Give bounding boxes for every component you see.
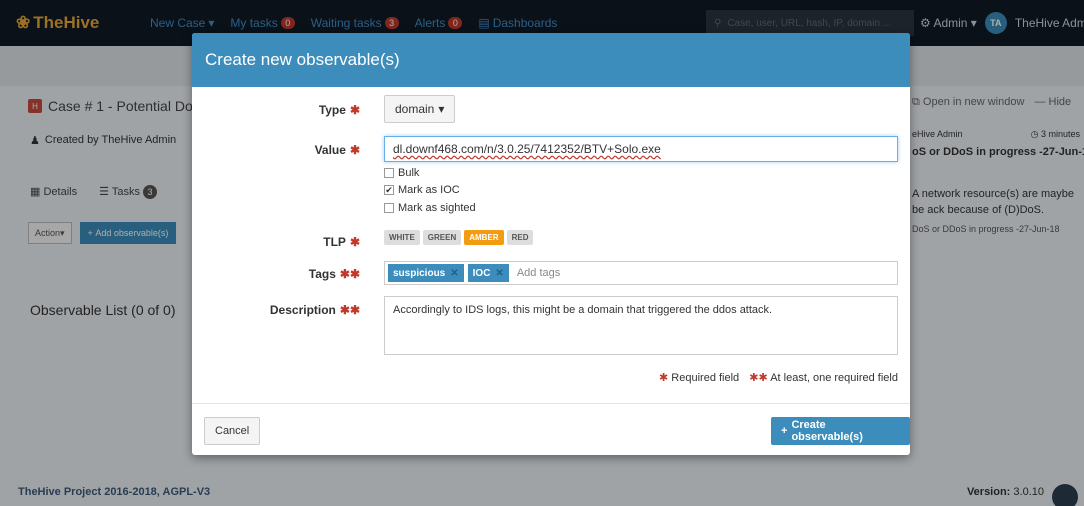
tlp-red-button[interactable]: RED — [506, 230, 534, 245]
remove-tag-icon[interactable]: ✕ — [495, 268, 503, 279]
type-dropdown[interactable]: domain ▾ — [384, 95, 456, 123]
create-observable-modal: Create new observable(s) Type ✱ domain ▾ … — [192, 33, 910, 455]
bulk-checkbox-row[interactable]: Bulk — [384, 167, 419, 179]
ioc-checkbox[interactable]: ✔ — [384, 185, 394, 195]
ioc-checkbox-row[interactable]: ✔ Mark as IOC — [384, 184, 460, 196]
create-observable-button[interactable]: + Create observable(s) — [771, 417, 910, 445]
description-label: Description ✱✱ — [269, 303, 360, 317]
double-star-icon: ✱✱ — [339, 303, 360, 317]
tlp-selector: WHITE GREEN AMBER RED — [384, 230, 534, 245]
modal-title: Create new observable(s) — [205, 50, 400, 69]
sighted-checkbox-row[interactable]: Mark as sighted — [384, 202, 476, 214]
required-star-icon: ✱ — [349, 235, 360, 249]
tlp-amber-button[interactable]: AMBER — [464, 230, 504, 245]
tags-placeholder[interactable]: Add tags — [517, 267, 560, 279]
tags-label: Tags ✱✱ — [308, 267, 360, 281]
double-star-icon: ✱✱ — [749, 372, 768, 384]
tlp-green-button[interactable]: GREEN — [422, 230, 462, 245]
tlp-white-button[interactable]: WHITE — [384, 230, 420, 245]
double-star-icon: ✱✱ — [339, 267, 360, 281]
tags-input[interactable]: suspicious ✕ IOC ✕ Add tags — [384, 261, 898, 285]
modal-header: Create new observable(s) — [192, 33, 910, 87]
tlp-label: TLP ✱ — [323, 235, 360, 249]
tag-chip: suspicious ✕ — [388, 264, 464, 282]
required-star-icon: ✱ — [349, 103, 360, 117]
modal-footer: Cancel + Create observable(s) — [192, 403, 910, 455]
tag-chip: IOC ✕ — [467, 264, 509, 282]
caret-down-icon: ▾ — [438, 102, 445, 116]
cancel-button[interactable]: Cancel — [204, 417, 261, 445]
value-input[interactable]: dl.downf468.com/n/3.0.25/7412352/BTV+Sol… — [384, 136, 898, 162]
description-textarea[interactable]: Accordingly to IDS logs, this might be a… — [384, 296, 898, 355]
type-label: Type ✱ — [318, 103, 360, 117]
bulk-checkbox[interactable] — [384, 168, 394, 178]
remove-tag-icon[interactable]: ✕ — [450, 268, 458, 279]
value-label: Value ✱ — [314, 143, 360, 157]
plus-icon: + — [781, 425, 788, 437]
required-star-icon: ✱ — [349, 143, 360, 157]
required-star-icon: ✱ — [659, 372, 669, 384]
required-legend: ✱ Required field ✱✱ At least, one requir… — [659, 372, 898, 384]
sighted-checkbox[interactable] — [384, 203, 394, 213]
